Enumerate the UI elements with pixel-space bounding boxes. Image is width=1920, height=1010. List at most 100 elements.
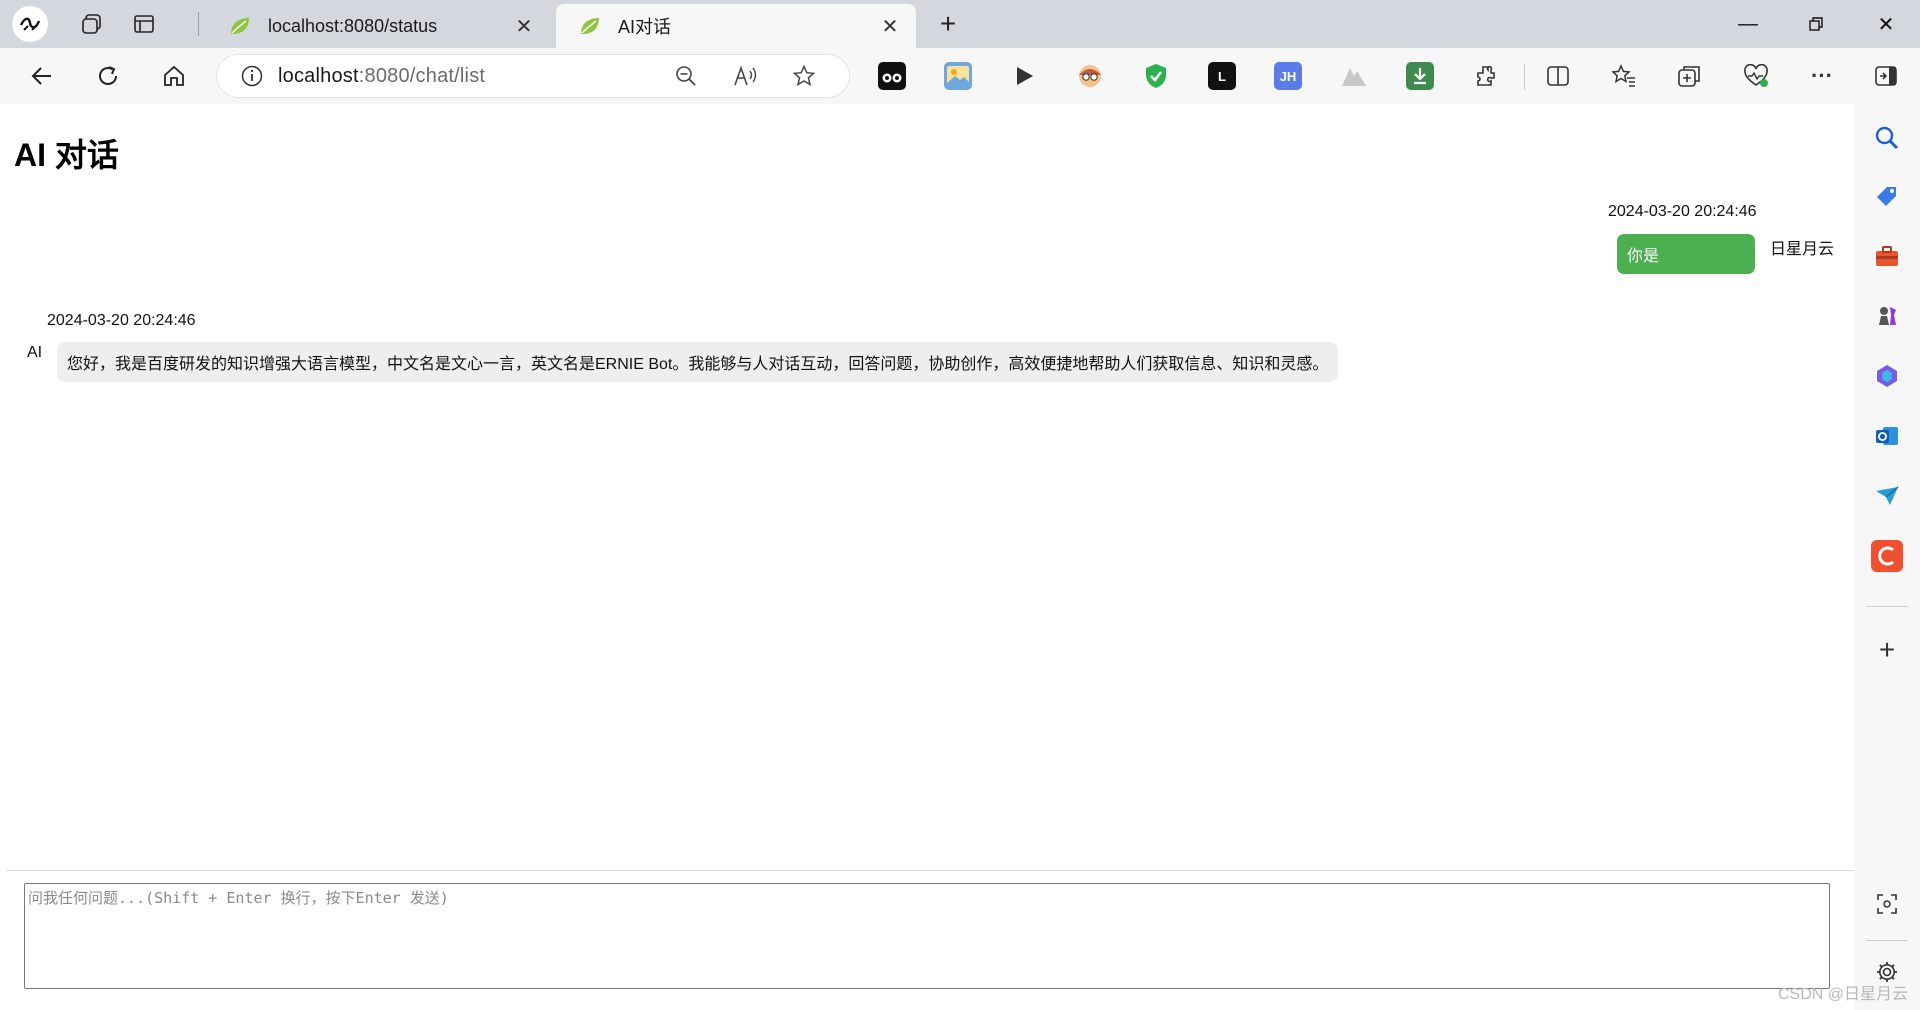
more-menu-button[interactable]: ··· [1808,62,1836,90]
extension-l[interactable]: L [1208,62,1236,90]
user-message-bubble: 你是 [1617,234,1755,274]
extension-jh[interactable]: JH [1274,62,1302,90]
home-button[interactable] [156,58,192,94]
minimize-icon: — [1738,12,1758,35]
screenshot-icon [1877,894,1897,914]
favorite-button[interactable] [790,62,818,90]
tab-close-icon[interactable]: ✕ [876,12,904,40]
spring-leaf-icon [581,18,599,34]
tab-title: localhost:8080/status [268,15,438,36]
play-icon [1017,67,1033,85]
close-icon: ✕ [1877,13,1895,36]
l-extension-label: L [1218,68,1226,84]
extension-download[interactable] [1406,62,1434,90]
collections-button[interactable] [1676,62,1704,90]
favorites-icon [1611,64,1635,87]
sidebar-toggle-button[interactable] [1872,62,1900,90]
extensions-button[interactable] [1472,62,1500,90]
tab-separator [198,12,199,36]
plus-icon: + [939,8,957,39]
workspaces-icon [82,14,101,34]
profile-icon [19,17,41,31]
plus-icon: + [1878,634,1896,665]
url-host: localhost [278,64,359,87]
workspaces-button[interactable] [74,6,110,42]
refresh-icon [99,66,117,85]
zoom-out-icon [676,66,696,86]
chat-input-area [6,870,1854,1010]
mountain-icon [1342,68,1366,86]
address-bar[interactable]: localhost:8080/chat/list [216,54,850,98]
split-screen-button[interactable] [1544,62,1572,90]
puzzle-icon [1477,65,1495,86]
sidebar-games-button[interactable] [1871,300,1903,332]
minimize-button[interactable]: — [1714,0,1782,48]
price-tag-icon [1877,187,1896,206]
arrow-left-icon [31,67,51,85]
refresh-button[interactable] [90,58,126,94]
close-window-button[interactable]: ✕ [1852,0,1920,48]
info-icon[interactable] [240,64,264,88]
sidebar-tools-button[interactable] [1871,240,1903,272]
split-screen-icon [1547,66,1569,86]
star-icon [792,64,816,87]
extension-image[interactable] [944,62,972,90]
paper-plane-icon [1876,486,1899,505]
sidebar-screenshot-button[interactable] [1871,888,1903,920]
tab-ai-chat[interactable]: AI对话 ✕ [556,4,916,48]
download-icon [1414,68,1426,85]
restore-button[interactable] [1782,0,1850,48]
back-button[interactable] [24,58,60,94]
read-aloud-button[interactable] [732,62,760,90]
zoom-button[interactable] [672,62,700,90]
tab-title: AI对话 [618,17,672,37]
home-icon [164,65,184,86]
user-message-time: 2024-03-20 20:24:46 [1608,203,1757,220]
spring-leaf-icon [231,18,249,34]
restore-icon [1809,17,1823,31]
sidebar-separator [1866,940,1908,941]
extension-play[interactable] [1010,62,1038,90]
csdn-watermark: CSDN @日星月云 [1777,986,1908,1003]
tab-close-icon[interactable]: ✕ [510,12,538,40]
picture-icon [947,66,969,86]
extension-eyes[interactable] [878,62,906,90]
collections-icon [1678,66,1700,87]
favorites-button[interactable] [1610,62,1638,90]
browser-toolbar: localhost:8080/chat/list L JH ··· [0,48,1920,104]
c-letter-icon [1878,546,1894,566]
sidebar-copilot-button[interactable] [1871,360,1903,392]
sidebar-add-button[interactable]: + [1871,634,1903,666]
tab-actions-icon [134,15,154,33]
chess-piece-icon [1879,307,1896,325]
ai-message-time: 2024-03-20 20:24:46 [47,312,196,329]
outlook-icon [1876,427,1898,445]
chat-input[interactable] [24,883,1830,989]
profile-avatar[interactable] [12,6,48,42]
read-aloud-icon [734,65,757,86]
sidebar-send-button[interactable] [1871,480,1903,512]
toolbox-icon [1876,246,1898,266]
sidebar-outlook-button[interactable] [1871,420,1903,452]
extension-shield[interactable] [1142,62,1170,90]
user-message-sender: 日星月云 [1770,241,1835,258]
extension-face[interactable] [1076,62,1104,90]
sidebar-search-button[interactable] [1871,122,1903,154]
browser-essentials-button[interactable] [1742,62,1770,90]
new-tab-button[interactable]: + [930,6,966,42]
sidebar-shopping-button[interactable] [1871,180,1903,212]
url-text[interactable]: localhost:8080/chat/list [278,65,485,88]
browser-titlebar: localhost:8080/status ✕ AI对话 ✕ + — ✕ [0,0,1920,48]
search-icon [1875,126,1899,150]
vertical-tabs-button[interactable] [126,6,162,42]
extension-mountain[interactable] [1340,62,1368,90]
ai-message-sender: AI [27,344,43,361]
url-path: :8080/chat/list [358,64,486,87]
sidebar-toggle-icon [1875,66,1897,86]
edge-sidebar: + [1854,104,1920,1010]
jh-extension-label: JH [1279,68,1297,84]
sidebar-csdn-button[interactable] [1871,540,1903,572]
eyes-icon [882,73,902,83]
tab-status[interactable]: localhost:8080/status ✕ [206,4,550,48]
ai-message-bubble: 您好，我是百度研发的知识增强大语言模型，中文名是文心一言，英文名是ERNIE B… [57,342,1339,382]
